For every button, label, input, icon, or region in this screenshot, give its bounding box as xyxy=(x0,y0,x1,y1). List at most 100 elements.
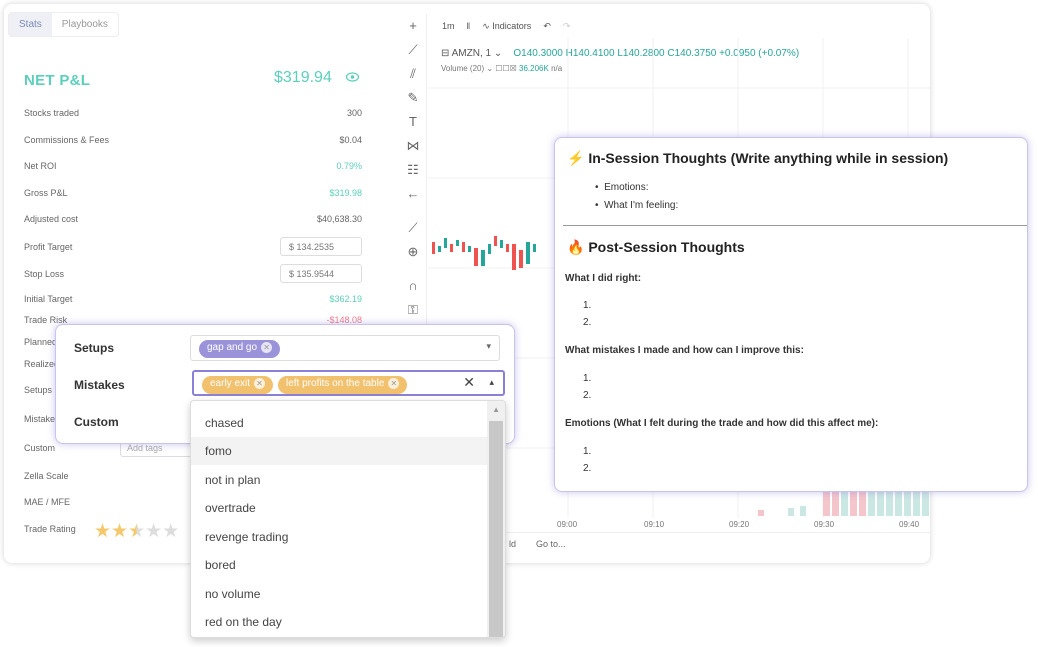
stat-label: Net ROI xyxy=(24,161,57,171)
pitchfork-icon[interactable]: ⫽ xyxy=(402,66,424,86)
stat-label: Realized xyxy=(24,359,60,369)
star-half-icon: ★ xyxy=(128,521,146,542)
stat-value: 0.79% xyxy=(336,161,362,171)
mistakes-dropdown: chased fomo not in plan overtrade reveng… xyxy=(190,400,506,638)
mistake-tag[interactable]: left profits on the table ✕ xyxy=(278,376,408,394)
remove-tag-icon: ✕ xyxy=(261,342,273,353)
bullet-item: • What I'm feeling: xyxy=(595,200,679,211)
stat-label: Planned xyxy=(24,337,58,347)
scroll-up-icon: ▲ xyxy=(492,405,500,414)
clear-icon[interactable]: ✕ xyxy=(463,374,475,391)
setup-tag[interactable]: gap and go ✕ xyxy=(199,340,281,358)
range-label[interactable]: ld xyxy=(509,539,516,549)
stat-label: Commissions & Fees xyxy=(24,135,110,145)
option-item[interactable]: overtrade xyxy=(191,494,489,522)
fire-icon: 🔥 xyxy=(567,239,585,255)
trade-rating-stars[interactable]: ★★★★★ xyxy=(94,520,179,543)
stat-label: Profit Target xyxy=(24,242,73,252)
scroll-thumb[interactable] xyxy=(489,421,503,637)
stat-label: Zella Scale xyxy=(24,471,69,481)
stat-row: Stocks traded 300 xyxy=(24,108,362,122)
remove-tag-icon: ✕ xyxy=(254,378,266,389)
tab-bar: Stats Playbooks xyxy=(8,12,119,37)
mistakes-select[interactable]: early exit ✕ left profits on the table ✕ ✕… xyxy=(192,370,505,396)
stat-label: Custom xyxy=(24,443,56,453)
back-arrow-icon[interactable]: ← xyxy=(402,186,424,206)
dropdown-scrollbar[interactable]: ▲ xyxy=(487,401,505,637)
stat-label: MAE / MFE xyxy=(24,497,71,507)
x-tick: 09:40 xyxy=(899,520,920,529)
star-icon: ★ xyxy=(94,521,112,542)
magnet-icon[interactable]: ∩ xyxy=(402,278,424,298)
setups-select[interactable]: gap and go ✕ ▾ xyxy=(190,335,500,361)
chevron-up-icon[interactable]: ▴ xyxy=(489,377,494,388)
brush-icon[interactable]: ✎ xyxy=(402,90,424,110)
tab-stats[interactable]: Stats xyxy=(9,13,52,36)
stat-row: Commissions & Fees $0.04 xyxy=(24,135,362,149)
stat-value: $362.19 xyxy=(329,294,362,304)
x-tick: 09:20 xyxy=(729,520,750,529)
post-session-heading: 🔥 Post-Session Thoughts xyxy=(567,239,745,255)
stat-row: Net ROI 0.79% xyxy=(24,161,362,175)
notes-panel[interactable]: ⚡ In-Session Thoughts (Write anything wh… xyxy=(554,137,1028,492)
forecast-icon[interactable]: ☷ xyxy=(402,162,424,182)
option-item[interactable]: not in plan xyxy=(191,466,489,494)
option-item[interactable]: red on the day xyxy=(191,608,489,636)
stat-row: Gross P&L $319.98 xyxy=(24,188,362,202)
crosshair-icon[interactable]: + xyxy=(402,18,424,38)
option-item[interactable]: revenge trading xyxy=(191,523,489,551)
zoom-icon[interactable]: ⊕ xyxy=(402,244,424,264)
x-tick: 09:00 xyxy=(557,520,578,529)
chevron-down-icon[interactable]: ▾ xyxy=(486,341,491,352)
lightning-icon: ⚡ xyxy=(567,150,585,166)
numbered-item: 2. xyxy=(583,463,592,474)
question-heading: What I did right: xyxy=(565,273,642,284)
net-pnl-value: $319.94 xyxy=(274,69,332,86)
stat-label: Initial Target xyxy=(24,294,73,304)
stat-value: $40,638.30 xyxy=(316,214,362,224)
numbered-item: 1. xyxy=(583,446,592,457)
interval-button[interactable]: 1m xyxy=(442,21,455,31)
remove-tag-icon: ✕ xyxy=(388,378,400,389)
question-heading: Emotions (What I felt during the trade a… xyxy=(565,418,879,429)
stat-value: 300 xyxy=(346,108,362,118)
pattern-icon[interactable]: ⋈ xyxy=(402,138,424,158)
indicators-button[interactable]: ∿ Indicators xyxy=(482,21,531,32)
net-pnl-label: NET P&L xyxy=(24,72,91,89)
stat-label: Stocks traded xyxy=(24,108,80,118)
stat-label: Stop Loss xyxy=(24,269,65,279)
numbered-item: 2. xyxy=(583,317,592,328)
setups-label: Setups xyxy=(74,341,115,355)
x-tick: 09:30 xyxy=(814,520,835,529)
mistakes-label: Mistakes xyxy=(74,378,125,392)
redo-icon[interactable]: ↷ xyxy=(563,21,571,32)
profit-target-input[interactable]: $ 134.2535 xyxy=(280,237,362,256)
in-session-heading: ⚡ In-Session Thoughts (Write anything wh… xyxy=(567,150,949,166)
ruler-icon[interactable]: ⟋ xyxy=(402,220,424,240)
candle-icon[interactable]: ‖ xyxy=(467,21,471,31)
stat-value: $319.98 xyxy=(329,188,362,198)
eye-icon[interactable] xyxy=(345,72,360,84)
option-item[interactable]: fomo xyxy=(191,437,489,465)
option-item[interactable]: bored xyxy=(191,551,489,579)
undo-icon[interactable]: ↶ xyxy=(543,21,551,32)
tab-playbooks[interactable]: Playbooks xyxy=(52,13,118,36)
trendline-icon[interactable]: ⟋ xyxy=(402,42,424,62)
stat-value: $0.04 xyxy=(339,135,362,145)
stat-label: Gross P&L xyxy=(24,188,68,198)
stat-row: Initial Target $362.19 xyxy=(24,294,362,308)
numbered-item: 1. xyxy=(583,300,592,311)
stat-row: Stop Loss $ 135.9544 xyxy=(24,264,362,283)
stop-loss-input[interactable]: $ 135.9544 xyxy=(280,264,362,283)
star-icon: ★ xyxy=(111,521,129,542)
star-icon: ★ xyxy=(162,521,180,542)
option-item[interactable]: chased xyxy=(191,409,489,437)
lock-icon[interactable]: ⚿ xyxy=(402,302,424,322)
stat-label: Setups xyxy=(24,385,53,395)
option-item[interactable]: no volume xyxy=(191,580,489,608)
mistake-tag[interactable]: early exit ✕ xyxy=(202,376,274,394)
bullet-item: • Emotions: xyxy=(595,182,649,193)
text-icon[interactable]: T xyxy=(402,114,424,134)
goto-button[interactable]: Go to... xyxy=(536,539,566,549)
stat-row: Adjusted cost $40,638.30 xyxy=(24,214,362,228)
